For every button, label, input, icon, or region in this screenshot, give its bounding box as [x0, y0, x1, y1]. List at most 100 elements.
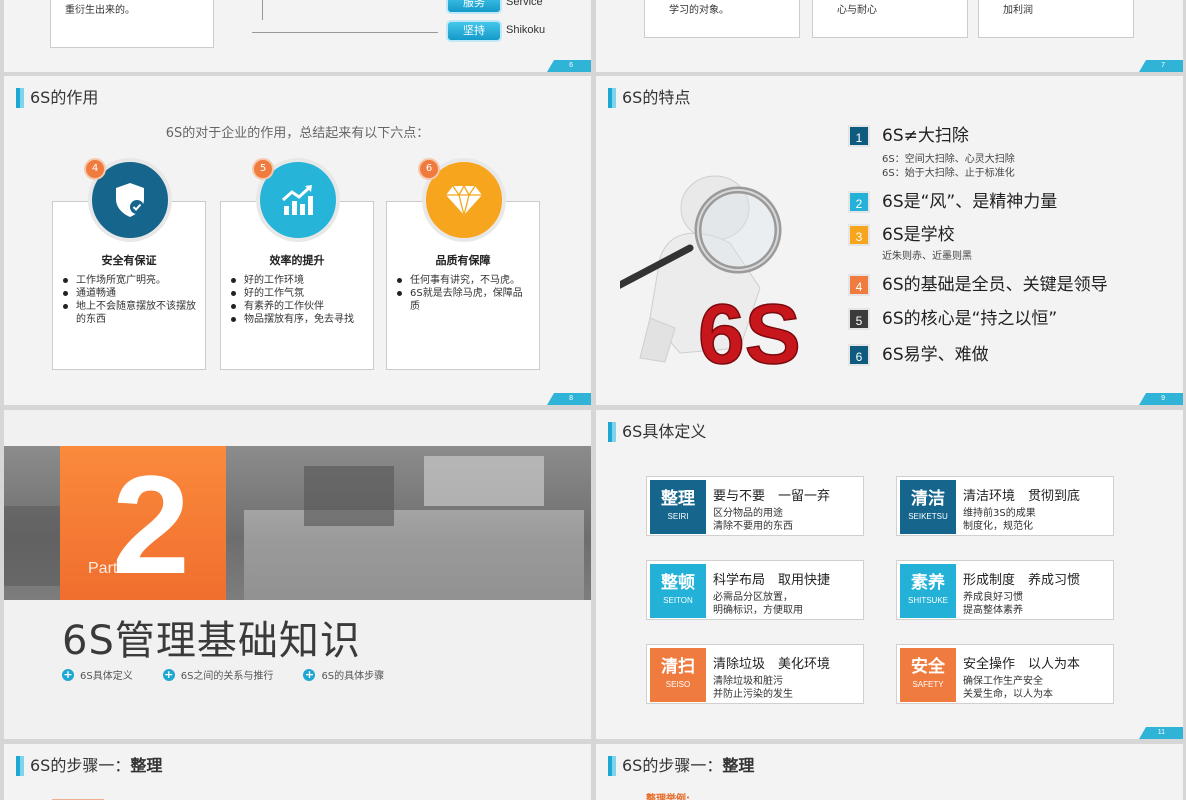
connector-line — [262, 0, 263, 20]
definition-label: 安全 SAFETY — [900, 648, 956, 702]
feature-text: 6S易学、难做 — [882, 345, 989, 365]
slide-thumbnail-13[interactable]: 6S的步骤一：整理 整理举例: — [596, 744, 1183, 800]
slide-thumbnail-6[interactable]: 重衍生出来的。 服务 Service 坚持 Shikoku 6 — [4, 0, 591, 72]
section-links: +6S具体定义 +6S之间的关系与推行 +6S的具体步骤 — [62, 667, 414, 682]
list-item: 好的工作气氛 — [231, 287, 365, 300]
number-badge: 5 — [252, 158, 274, 180]
feature-item-4: 4 6S的基础是全员、关键是领导 — [848, 274, 1108, 296]
definition-card: 清扫 SEISO 清除垃圾 美化环境 清除垃圾和脏污 并防止污染的发生 — [646, 644, 864, 704]
page-number: 6 — [547, 60, 591, 72]
definition-desc-line: 确保工作生产安全 — [963, 676, 1043, 687]
feature-text: 6S≠大扫除 — [882, 126, 969, 146]
definition-desc-line: 区分物品的用途 — [713, 508, 783, 519]
part-number: 2 — [112, 446, 190, 603]
definition-head: 清洁环境 贯彻到底 — [963, 489, 1081, 504]
definition-en: SEIKETSU — [908, 512, 948, 521]
slide-title: 6S具体定义 — [608, 422, 706, 442]
slide-thumbnail-8[interactable]: 6S的作用 6S的对于企业的作用，总结起来有以下六点： 安全有保证 工作场所宽广… — [4, 76, 591, 405]
definition-card: 素养 SHITSUKE 形成制度 养成习惯 养成良好习惯 提高整体素养 — [896, 560, 1114, 620]
example-label: 整理举例: — [646, 794, 690, 800]
card-text: 心与耐心 — [837, 5, 877, 16]
section-link[interactable]: +6S之间的关系与推行 — [162, 667, 274, 682]
slide-thumbnail-11[interactable]: 6S具体定义 整理 SEIRI 要与不要 一留一弃 区分物品的用途 清除不要用的东… — [596, 410, 1183, 739]
definition-desc-line: 提高整体素养 — [963, 605, 1023, 616]
definition-cn: 整理 — [661, 489, 695, 509]
definition-en: SEIRI — [667, 512, 689, 521]
definition-card: 整顿 SEITON 科学布局 取用快捷 必需品分区放置， 明确标识，方便取用 — [646, 560, 864, 620]
slide-title: 6S的步骤一：整理 — [608, 756, 754, 776]
feature-sub: 6S：始于大扫除、止于标准化 — [882, 168, 1015, 179]
list-item: 通道畅通 — [63, 287, 197, 300]
definition-card: 安全 SAFETY 安全操作 以人为本 确保工作生产安全 关爱生命，以人为本 — [896, 644, 1114, 704]
feature-text: 6S的基础是全员、关键是领导 — [882, 275, 1108, 295]
feature-item-1: 1 6S≠大扫除 — [848, 125, 969, 147]
definition-desc-line: 制度化，规范化 — [963, 521, 1033, 532]
definition-desc-line: 清除垃圾和脏污 — [713, 676, 783, 687]
list-item: 地上不会随意摆放不该摆放的东西 — [63, 300, 197, 326]
list-item: 6S就是去除马虎，保障品质 — [397, 287, 531, 313]
page-number: 7 — [1139, 60, 1183, 72]
list-item: 有素养的工作伙伴 — [231, 300, 365, 313]
text-card: 心与耐心 — [812, 0, 968, 38]
slide-title: 6S的作用 — [16, 88, 98, 108]
definition-desc-line: 必需品分区放置， — [713, 592, 793, 603]
definition-desc: 维持前3S的成果 制度化，规范化 — [963, 507, 1036, 533]
logo-6s-text: 6S — [698, 287, 801, 378]
feature-sub: 近朱则赤、近墨则黑 — [882, 251, 972, 262]
definition-desc: 清除垃圾和脏污 并防止污染的发生 — [713, 675, 793, 701]
feature-number: 5 — [848, 308, 870, 330]
definition-head: 要与不要 一留一弃 — [713, 489, 831, 504]
slide-thumbnail-9[interactable]: 6S的特点 6S 1 6S≠大扫除 6S：空间大扫除、心灵大扫除 6S：始于大扫… — [596, 76, 1183, 405]
definition-en: SHITSUKE — [907, 596, 948, 605]
slide-title-bold: 整理 — [722, 756, 755, 775]
slide-title-prefix: 6S的步骤一： — [30, 756, 131, 775]
definition-en: SAFETY — [912, 680, 944, 689]
page-number: 9 — [1139, 393, 1183, 405]
definition-desc-line: 关爱生命，以人为本 — [963, 689, 1053, 700]
definition-cn: 整顿 — [661, 573, 695, 593]
plus-icon: + — [62, 667, 74, 681]
feature-item-6: 6 6S易学、难做 — [848, 344, 989, 366]
section-link[interactable]: +6S具体定义 — [62, 667, 133, 682]
effect-title: 效率的提升 — [269, 254, 325, 267]
diamond-icon — [446, 184, 482, 216]
section-link[interactable]: +6S的具体步骤 — [303, 667, 384, 682]
text-card: 学习的对象。 — [644, 0, 800, 38]
definition-desc-line: 养成良好习惯 — [963, 592, 1023, 603]
slide-thumbnail-10[interactable]: 2 Part 6S管理基础知识 +6S具体定义 +6S之间的关系与推行 +6S的… — [4, 410, 591, 739]
feature-number: 1 — [848, 125, 870, 147]
slide-title: 6S的步骤一：整理 — [16, 756, 162, 776]
effect-points: 好的工作环境 好的工作气氛 有素养的工作伙伴 物品摆放有序，免去寻找 — [231, 274, 365, 326]
feature-number: 2 — [848, 191, 870, 213]
slide-thumbnail-12[interactable]: 6S的步骤一：整理 — [4, 744, 591, 800]
feature-number: 3 — [848, 224, 870, 246]
definition-cn: 素养 — [911, 573, 945, 593]
feature-text: 6S的核心是“持之以恒” — [882, 309, 1058, 329]
feature-number: 4 — [848, 274, 870, 296]
slide-thumbnail-7[interactable]: 学习的对象。 心与耐心 加利润 7 — [596, 0, 1183, 72]
definition-desc: 区分物品的用途 清除不要用的东西 — [713, 507, 793, 533]
definition-head: 形成制度 养成习惯 — [963, 573, 1081, 588]
section-link-label: 6S的具体步骤 — [321, 671, 385, 682]
shield-check-icon — [116, 183, 144, 217]
section-link-label: 6S之间的关系与推行 — [180, 671, 274, 682]
tag-service-text: Service — [506, 0, 543, 8]
card-text: 重衍生出来的。 — [65, 5, 135, 16]
feature-sub: 6S：空间大扫除、心灵大扫除 — [882, 154, 1015, 165]
plus-icon: + — [303, 667, 316, 681]
list-item: 物品摆放有序，免去寻找 — [231, 313, 365, 326]
magnifier-figure-image: 6S — [620, 175, 802, 378]
definition-cn: 清扫 — [661, 657, 695, 677]
definition-label: 素养 SHITSUKE — [900, 564, 956, 618]
card-text: 加利润 — [1003, 5, 1033, 16]
tag-service: 服务 — [448, 0, 500, 12]
effect-points: 任何事有讲究，不马虎。 6S就是去除马虎，保障品质 — [397, 274, 531, 313]
slide-title: 6S的特点 — [608, 88, 690, 108]
definition-label: 整理 SEIRI — [650, 480, 706, 534]
page-number: 11 — [1139, 727, 1183, 739]
number-badge: 4 — [84, 158, 106, 180]
slide-intro: 6S的对于企业的作用，总结起来有以下六点： — [165, 126, 430, 141]
page-number: 8 — [547, 393, 591, 405]
definition-desc-line: 并防止污染的发生 — [713, 689, 793, 700]
definition-label: 整顿 SEITON — [650, 564, 706, 618]
